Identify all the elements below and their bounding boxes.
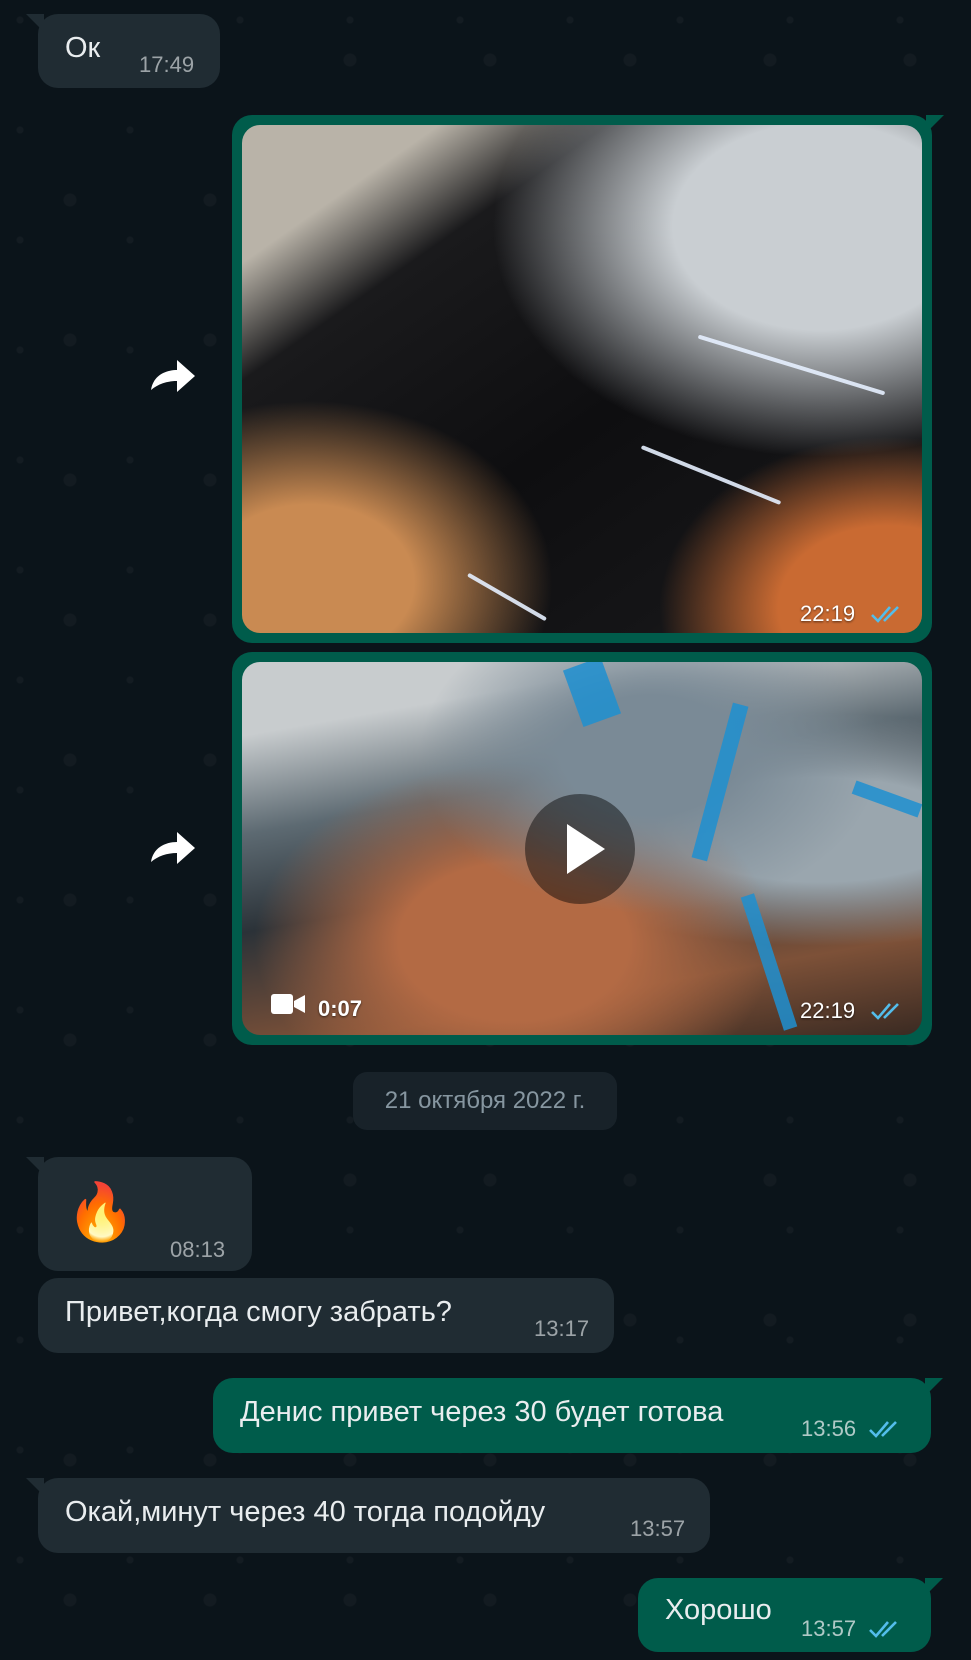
incoming-emoji-message[interactable]: 🔥 08:13 bbox=[26, 1157, 252, 1271]
message-time: 13:57 bbox=[801, 1616, 857, 1641]
outgoing-message[interactable]: Денис привет через 30 будет готова 13:56 bbox=[213, 1378, 943, 1453]
outgoing-photo-message[interactable]: 22:19 bbox=[232, 115, 944, 643]
video-camera-icon bbox=[271, 994, 305, 1014]
incoming-message[interactable]: Ок 17:49 bbox=[26, 14, 220, 88]
message-text: Денис привет через 30 будет готова bbox=[240, 1396, 724, 1428]
forward-arrow-icon[interactable] bbox=[143, 820, 203, 880]
read-double-check-icon bbox=[871, 606, 899, 623]
read-double-check-icon bbox=[869, 1621, 897, 1638]
read-double-check-icon bbox=[869, 1421, 897, 1438]
message-time: 08:13 bbox=[170, 1237, 226, 1262]
message-text: Ок bbox=[65, 32, 101, 64]
outgoing-message[interactable]: Хорошо 13:57 bbox=[638, 1578, 943, 1652]
photo-thumbnail[interactable]: 22:19 bbox=[242, 125, 922, 633]
video-time: 22:19 bbox=[800, 998, 856, 1023]
video-thumbnail[interactable]: 0:07 22:19 bbox=[242, 662, 922, 1035]
message-time: 13:17 bbox=[534, 1316, 590, 1341]
message-text: Привет,когда смогу забрать? bbox=[65, 1296, 452, 1328]
date-divider: 21 октября 2022 г. bbox=[353, 1072, 617, 1130]
incoming-message[interactable]: Окай,минут через 40 тогда подойду 13:57 bbox=[26, 1478, 710, 1553]
incoming-message[interactable]: Привет,когда смогу забрать? 13:17 bbox=[38, 1278, 614, 1353]
message-time: 13:56 bbox=[801, 1416, 857, 1441]
fire-emoji: 🔥 bbox=[66, 1180, 136, 1243]
video-duration: 0:07 bbox=[318, 996, 363, 1021]
outgoing-video-message[interactable]: 0:07 22:19 bbox=[232, 652, 932, 1045]
message-time: 13:57 bbox=[630, 1516, 686, 1541]
play-icon[interactable] bbox=[525, 794, 635, 904]
message-time: 17:49 bbox=[139, 52, 195, 77]
forward-arrow-icon[interactable] bbox=[143, 348, 203, 408]
read-double-check-icon bbox=[871, 1003, 899, 1020]
message-text: Окай,минут через 40 тогда подойду bbox=[65, 1496, 546, 1528]
message-text: Хорошо bbox=[665, 1594, 772, 1626]
photo-time: 22:19 bbox=[800, 601, 856, 626]
